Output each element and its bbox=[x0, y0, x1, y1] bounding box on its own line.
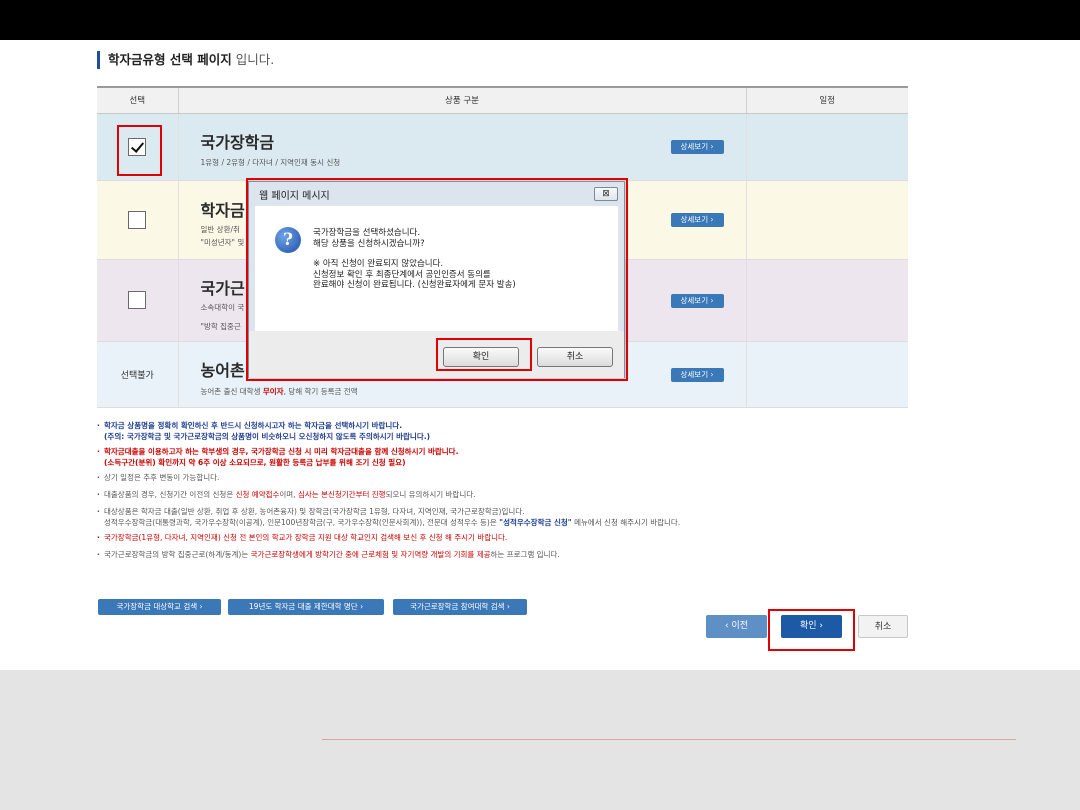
note-item: 학자금 상품명을 정확히 확인하신 후 반드시 신청하시고자 하는 학자금을 선… bbox=[97, 420, 907, 442]
prev-button[interactable]: ‹ 이전 bbox=[706, 615, 767, 638]
search-scholarship-schools-button[interactable]: 국가장학금 대상학교 검색 › bbox=[98, 599, 221, 615]
cancel-button[interactable]: 취소 bbox=[858, 615, 908, 638]
detail-button[interactable]: 상세보기 › bbox=[670, 293, 724, 308]
footer-band bbox=[0, 670, 1080, 810]
note-item: 국가근로장학금의 방학 집중근로(하계/동계)는 국가근로장학생에게 방학기간 … bbox=[97, 549, 907, 560]
detail-button[interactable]: 상세보기 › bbox=[670, 212, 724, 227]
select-checkbox-work-scholarship[interactable] bbox=[128, 291, 147, 309]
page-title-rest: 입니다. bbox=[235, 52, 275, 67]
header-product: 상품 구분 bbox=[177, 86, 746, 114]
product-name: 농어촌 bbox=[200, 360, 245, 380]
schedule-cell bbox=[745, 341, 908, 408]
select-unavailable-label: 선택불가 bbox=[120, 370, 154, 381]
schedule-cell bbox=[745, 180, 908, 260]
note-item: 상기 일정은 추후 변동이 가능합니다. bbox=[97, 472, 907, 483]
search-work-scholarship-universities-button[interactable]: 국가근로장학금 참여대학 검색 › bbox=[393, 599, 527, 615]
header-schedule: 일정 bbox=[745, 86, 908, 114]
product-name: 학자금 bbox=[200, 200, 245, 220]
notes-list: 학자금 상품명을 정확히 확인하신 후 반드시 신청하시고자 하는 학자금을 선… bbox=[97, 420, 907, 564]
note-item: 대출상품의 경우, 신청기간 이전의 신청은 신청 예약접수이며, 심사는 본신… bbox=[97, 489, 907, 500]
product-name: 국가장학금 bbox=[200, 132, 275, 152]
product-desc-2: "방학 집중근 bbox=[200, 321, 241, 331]
header-select: 선택 bbox=[97, 86, 178, 114]
highlight-confirm-button bbox=[768, 609, 855, 651]
highlight-dialog-ok bbox=[436, 338, 532, 371]
schedule-cell bbox=[745, 113, 908, 181]
note-item: 대상상품은 학자금 대출(일반 상환, 취업 후 상환, 농어촌융자) 및 장학… bbox=[97, 506, 907, 528]
page-title-bold: 학자금유형 선택 페이지 bbox=[108, 52, 232, 67]
schedule-cell bbox=[745, 259, 908, 342]
product-desc-2: "미성년자" 및 bbox=[200, 237, 245, 247]
loan-restricted-universities-button[interactable]: 19년도 학자금 대출 제한대학 명단 › bbox=[228, 599, 384, 615]
product-desc: 농어촌 출신 대학생 무이자, 당해 학기 등록금 전액 bbox=[200, 386, 358, 396]
note-item: 학자금대출을 이용하고자 하는 학부생의 경우, 국가장학금 신청 시 미리 학… bbox=[97, 446, 907, 468]
highlight-checkbox bbox=[117, 125, 162, 176]
footer-divider bbox=[322, 739, 1016, 740]
product-desc: 소속대학이 국 bbox=[200, 302, 245, 312]
product-desc: 1유형 / 2유형 / 다자녀 / 지역인재 동시 신청 bbox=[200, 157, 341, 167]
product-name: 국가근 bbox=[200, 278, 245, 298]
page-title: 학자금유형 선택 페이지 입니다. bbox=[97, 51, 274, 69]
table-header-row: 선택 상품 구분 일정 bbox=[97, 86, 908, 114]
product-desc: 일반 상환/취 bbox=[200, 224, 240, 234]
detail-button[interactable]: 상세보기 › bbox=[670, 139, 724, 154]
select-checkbox-student-loan[interactable] bbox=[128, 210, 147, 229]
detail-button[interactable]: 상세보기 › bbox=[670, 367, 724, 382]
table-row-national-scholarship: 국가장학금 1유형 / 2유형 / 다자녀 / 지역인재 동시 신청 상세보기 … bbox=[97, 113, 908, 181]
top-black-bar bbox=[0, 0, 1080, 40]
note-item: 국가장학금(1유형, 다자녀, 지역인재) 신청 전 본인의 학교가 장학금 지… bbox=[97, 532, 907, 543]
